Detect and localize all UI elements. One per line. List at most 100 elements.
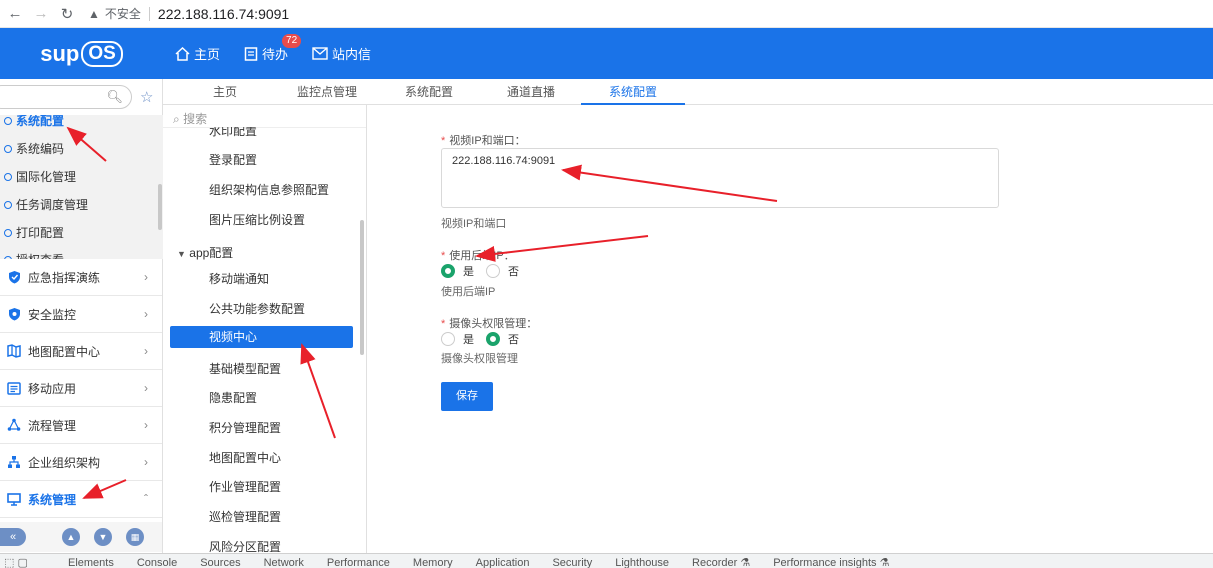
logo[interactable]: sup OS (0, 40, 163, 67)
devtools-tab[interactable]: Elements (68, 554, 114, 568)
devtools-tab[interactable]: Console (137, 554, 177, 568)
tree-scrollbar[interactable] (360, 220, 364, 355)
sidebar-item-system-management[interactable]: 系统管理 ˆ (0, 481, 162, 518)
tree-item[interactable]: 隐患配置 (209, 389, 257, 406)
tree-item[interactable]: 登录配置 (209, 151, 257, 168)
tab-channel-live[interactable]: 通道直播 (486, 79, 576, 105)
security-warning[interactable]: ▲ 不安全 (88, 5, 141, 22)
chevron-right-icon: › (144, 344, 148, 358)
bullet-icon (4, 116, 12, 125)
devtools-tab[interactable]: Application (476, 554, 530, 568)
backend-ip-radio-group: 是 否 (441, 263, 531, 279)
search-icon: ⌕ (173, 112, 180, 126)
address-bar[interactable]: 222.188.116.74:9091 (158, 6, 289, 22)
devtools-tab[interactable]: Performance (327, 554, 390, 568)
search-icon[interactable]: 🔍︎ (106, 89, 123, 105)
system-submenu: 系统配置 系统编码 国际化管理 任务调度管理 打印配置 授权查看 (0, 115, 163, 259)
devtools-tab[interactable]: Performance insights ⚗ (773, 554, 889, 568)
submenu-item-system-config[interactable]: 系统配置 (4, 115, 64, 129)
tree-search-divider (163, 127, 366, 128)
sidebar-item-label: 地图配置中心 (28, 344, 101, 359)
radio-camera-permission-no[interactable] (486, 332, 500, 346)
devtools-tab[interactable]: Lighthouse (615, 554, 669, 568)
forward-icon[interactable]: → (30, 3, 52, 25)
back-icon[interactable]: ← (4, 3, 26, 25)
video-ip-input[interactable]: 222.188.116.74:9091 (441, 148, 999, 208)
tab-system-config-1[interactable]: 系统配置 (385, 79, 473, 105)
tab-home[interactable]: 主页 (188, 79, 262, 105)
warning-icon: ▲ (88, 6, 100, 21)
sidebar-item-map-config[interactable]: 地图配置中心 › (0, 333, 162, 370)
devtools-tab[interactable]: Security (552, 554, 592, 568)
sidebar: 🔍︎ ☆ 系统配置 系统编码 国际化管理 任务调度管理 打印配置 授权查看 (0, 79, 163, 568)
arrow-up-icon[interactable]: ▲ (62, 528, 80, 546)
tree-item-selected[interactable]: 视频中心 (170, 326, 353, 348)
map-icon (7, 344, 21, 358)
tree-item[interactable]: 地图配置中心 (209, 449, 281, 466)
header-nav-mail[interactable]: 站内信 (312, 44, 371, 63)
submenu-scrollbar[interactable] (158, 184, 162, 230)
tree-item[interactable]: 图片压缩比例设置 (209, 211, 305, 228)
tree-item[interactable]: 组织架构信息参照配置 (209, 181, 329, 198)
devtools-tab[interactable]: Recorder ⚗ (692, 554, 750, 568)
tree-item[interactable]: 作业管理配置 (209, 478, 281, 495)
save-button[interactable]: 保存 (441, 382, 493, 411)
config-tree: ⌕ 搜索 水印配置 登录配置 组织架构信息参照配置 图片压缩比例设置 ▼ app… (163, 105, 367, 568)
sidebar-item-label: 流程管理 (28, 418, 77, 433)
devtools-tab[interactable]: Sources (200, 554, 240, 568)
sidebar-item-emergency-drill[interactable]: 应急指挥演练 › (0, 259, 162, 296)
chevron-right-icon: › (144, 418, 148, 432)
tree-group-app-config[interactable]: ▼ app配置 (177, 244, 233, 261)
tab-monitoring-points[interactable]: 监控点管理 (281, 79, 373, 105)
header-nav-home[interactable]: 主页 (175, 44, 220, 63)
devtools-tabbar: ⬚ ▢ Elements Console Sources Network Per… (0, 553, 1213, 568)
devtools-tab[interactable]: Memory (413, 554, 453, 568)
sidebar-item-org-structure[interactable]: 企业组织架构 › (0, 444, 162, 481)
flow-icon (7, 418, 21, 432)
tree-item[interactable]: 公共功能参数配置 (209, 300, 305, 317)
tree-search-input[interactable]: ⌕ 搜索 (173, 110, 207, 127)
collapse-icon[interactable]: « (0, 528, 26, 546)
sidebar-item-process-management[interactable]: 流程管理 › (0, 407, 162, 444)
bullet-icon (4, 200, 12, 209)
sidebar-item-security-monitoring[interactable]: 安全监控 › (0, 296, 162, 333)
bullet-icon (4, 172, 12, 181)
submenu-item-print-config[interactable]: 打印配置 (4, 224, 64, 241)
radio-label: 否 (508, 334, 519, 346)
chevron-right-icon: › (144, 307, 148, 321)
chevron-right-icon: › (144, 381, 148, 395)
arrow-down-icon[interactable]: ▼ (94, 528, 112, 546)
submenu-item-authorization[interactable]: 授权查看 (4, 251, 64, 259)
devtools-tab[interactable]: Network (264, 554, 304, 568)
logo-text: sup (40, 40, 80, 66)
radio-backend-ip-no[interactable] (486, 264, 500, 278)
app-header: sup OS 主页 待办 72 站内信 (0, 28, 1213, 79)
field-label-camera-permission: * 摄像头权限管理： (441, 315, 537, 331)
tree-item[interactable]: 基础模型配置 (209, 360, 281, 377)
sidebar-item-label: 安全监控 (28, 307, 77, 322)
tree-item[interactable]: 水印配置 (209, 127, 257, 139)
todo-count-badge: 72 (282, 34, 302, 48)
submenu-item-task-scheduling[interactable]: 任务调度管理 (4, 196, 88, 213)
radio-camera-permission-yes[interactable] (441, 332, 455, 346)
tree-item[interactable]: 移动端通知 (209, 270, 269, 287)
sidebar-item-mobile-app[interactable]: 移动应用 › (0, 370, 162, 407)
tree-item[interactable]: 巡检管理配置 (209, 508, 281, 525)
sidebar-search-input[interactable]: 🔍︎ (0, 85, 132, 109)
mail-icon (312, 47, 328, 60)
radio-label: 是 (463, 334, 474, 346)
submenu-item-i18n[interactable]: 国际化管理 (4, 168, 76, 185)
header-nav-todo[interactable]: 待办 72 (244, 34, 302, 63)
bullet-icon (4, 228, 12, 237)
favorite-star-icon[interactable]: ☆ (140, 88, 153, 106)
field-label-text: 摄像头权限管理： (449, 318, 538, 330)
logo-badge: OS (81, 40, 123, 67)
reload-icon[interactable]: ↻ (56, 3, 78, 25)
chevron-right-icon: › (144, 270, 148, 284)
tab-system-config-active[interactable]: 系统配置 (581, 79, 685, 105)
devtools-inspect-icon[interactable]: ⬚ ▢ (0, 554, 68, 568)
submenu-item-system-code[interactable]: 系统编码 (4, 140, 64, 157)
grid-icon[interactable]: ▦ (126, 528, 144, 546)
tree-item[interactable]: 积分管理配置 (209, 419, 281, 436)
radio-backend-ip-yes[interactable] (441, 264, 455, 278)
